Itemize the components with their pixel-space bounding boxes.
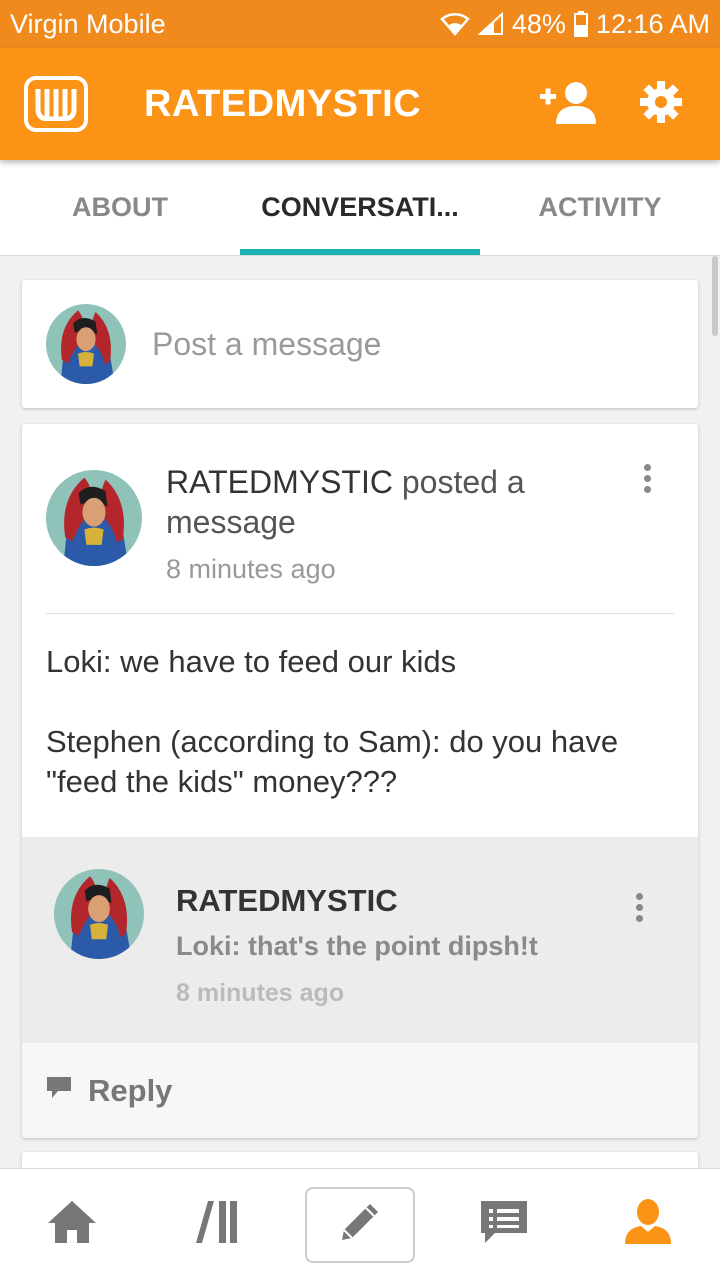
pencil-icon bbox=[336, 1198, 384, 1251]
post-body-line: Stephen (according to Sam): do you have … bbox=[46, 724, 619, 799]
clock: 12:16 AM bbox=[595, 8, 710, 39]
follow-user-button[interactable] bbox=[534, 69, 604, 139]
comment-author-link[interactable]: RATEDMYSTIC bbox=[176, 883, 398, 919]
carrier-name: Virgin Mobile bbox=[10, 8, 166, 39]
post-more-options-button[interactable] bbox=[632, 458, 662, 498]
speech-bubble-icon bbox=[46, 1076, 72, 1105]
tab-about[interactable]: ABOUT bbox=[0, 160, 240, 255]
battery-percent: 48% bbox=[511, 8, 566, 39]
post-body-line: Loki: we have to feed our kids bbox=[46, 644, 457, 679]
home-icon bbox=[46, 1199, 98, 1250]
divider bbox=[46, 613, 674, 614]
app-header: RATEDMYSTIC bbox=[0, 48, 720, 160]
post-timestamp: 8 minutes ago bbox=[166, 554, 336, 584]
signal-icon bbox=[477, 12, 504, 36]
post-meta: RATEDMYSTIC posted a message 8 minutes a… bbox=[166, 462, 586, 585]
message-post-card: RATEDMYSTIC posted a message 8 minutes a… bbox=[22, 424, 698, 1138]
reply-label: Reply bbox=[88, 1072, 173, 1108]
wifi-icon bbox=[440, 12, 470, 36]
status-bar: Virgin Mobile 48% 12:16 AM bbox=[0, 0, 720, 48]
nav-messages[interactable] bbox=[432, 1169, 576, 1280]
post-headline: RATEDMYSTIC posted a message bbox=[166, 462, 586, 542]
nav-library[interactable] bbox=[144, 1169, 288, 1280]
post-message-box[interactable] bbox=[22, 280, 698, 408]
profile-tabs: ABOUT CONVERSATI... ACTIVITY bbox=[0, 160, 720, 256]
reply-comment: RATEDMYSTIC Loki: that's the point dipsh… bbox=[22, 837, 698, 1043]
nav-write[interactable] bbox=[288, 1169, 432, 1280]
post-message-input[interactable] bbox=[152, 325, 632, 363]
library-icon bbox=[193, 1199, 239, 1250]
page-title: RATEDMYSTIC bbox=[144, 82, 422, 125]
comment-timestamp: 8 minutes ago bbox=[176, 979, 345, 1007]
tab-conversations[interactable]: CONVERSATI... bbox=[240, 160, 480, 255]
post-header: RATEDMYSTIC posted a message 8 minutes a… bbox=[46, 462, 586, 585]
tab-activity[interactable]: ACTIVITY bbox=[480, 160, 720, 255]
avatar[interactable] bbox=[46, 470, 142, 566]
bottom-navigation bbox=[0, 1168, 720, 1280]
write-button[interactable] bbox=[305, 1186, 415, 1263]
more-vertical-icon bbox=[643, 463, 651, 471]
wattpad-logo-icon[interactable] bbox=[24, 76, 88, 132]
nav-home[interactable] bbox=[0, 1169, 144, 1280]
comment-more-options-button[interactable] bbox=[624, 887, 654, 927]
avatar[interactable] bbox=[54, 869, 144, 959]
avatar bbox=[46, 304, 126, 384]
scrollbar[interactable] bbox=[712, 256, 718, 336]
more-vertical-icon bbox=[635, 892, 643, 900]
post-author-link[interactable]: RATEDMYSTIC bbox=[166, 464, 393, 500]
reply-button[interactable]: Reply bbox=[22, 1043, 698, 1138]
battery-icon bbox=[573, 11, 588, 37]
nav-profile[interactable] bbox=[576, 1169, 720, 1280]
settings-button[interactable] bbox=[626, 69, 696, 139]
add-user-icon bbox=[540, 80, 598, 129]
gear-icon bbox=[639, 80, 683, 129]
comment-text: Loki: that's the point dipsh!t bbox=[176, 931, 538, 961]
profile-icon bbox=[623, 1198, 673, 1251]
post-body: Loki: we have to feed our kids Stephen (… bbox=[46, 642, 686, 842]
messages-icon bbox=[479, 1199, 529, 1250]
